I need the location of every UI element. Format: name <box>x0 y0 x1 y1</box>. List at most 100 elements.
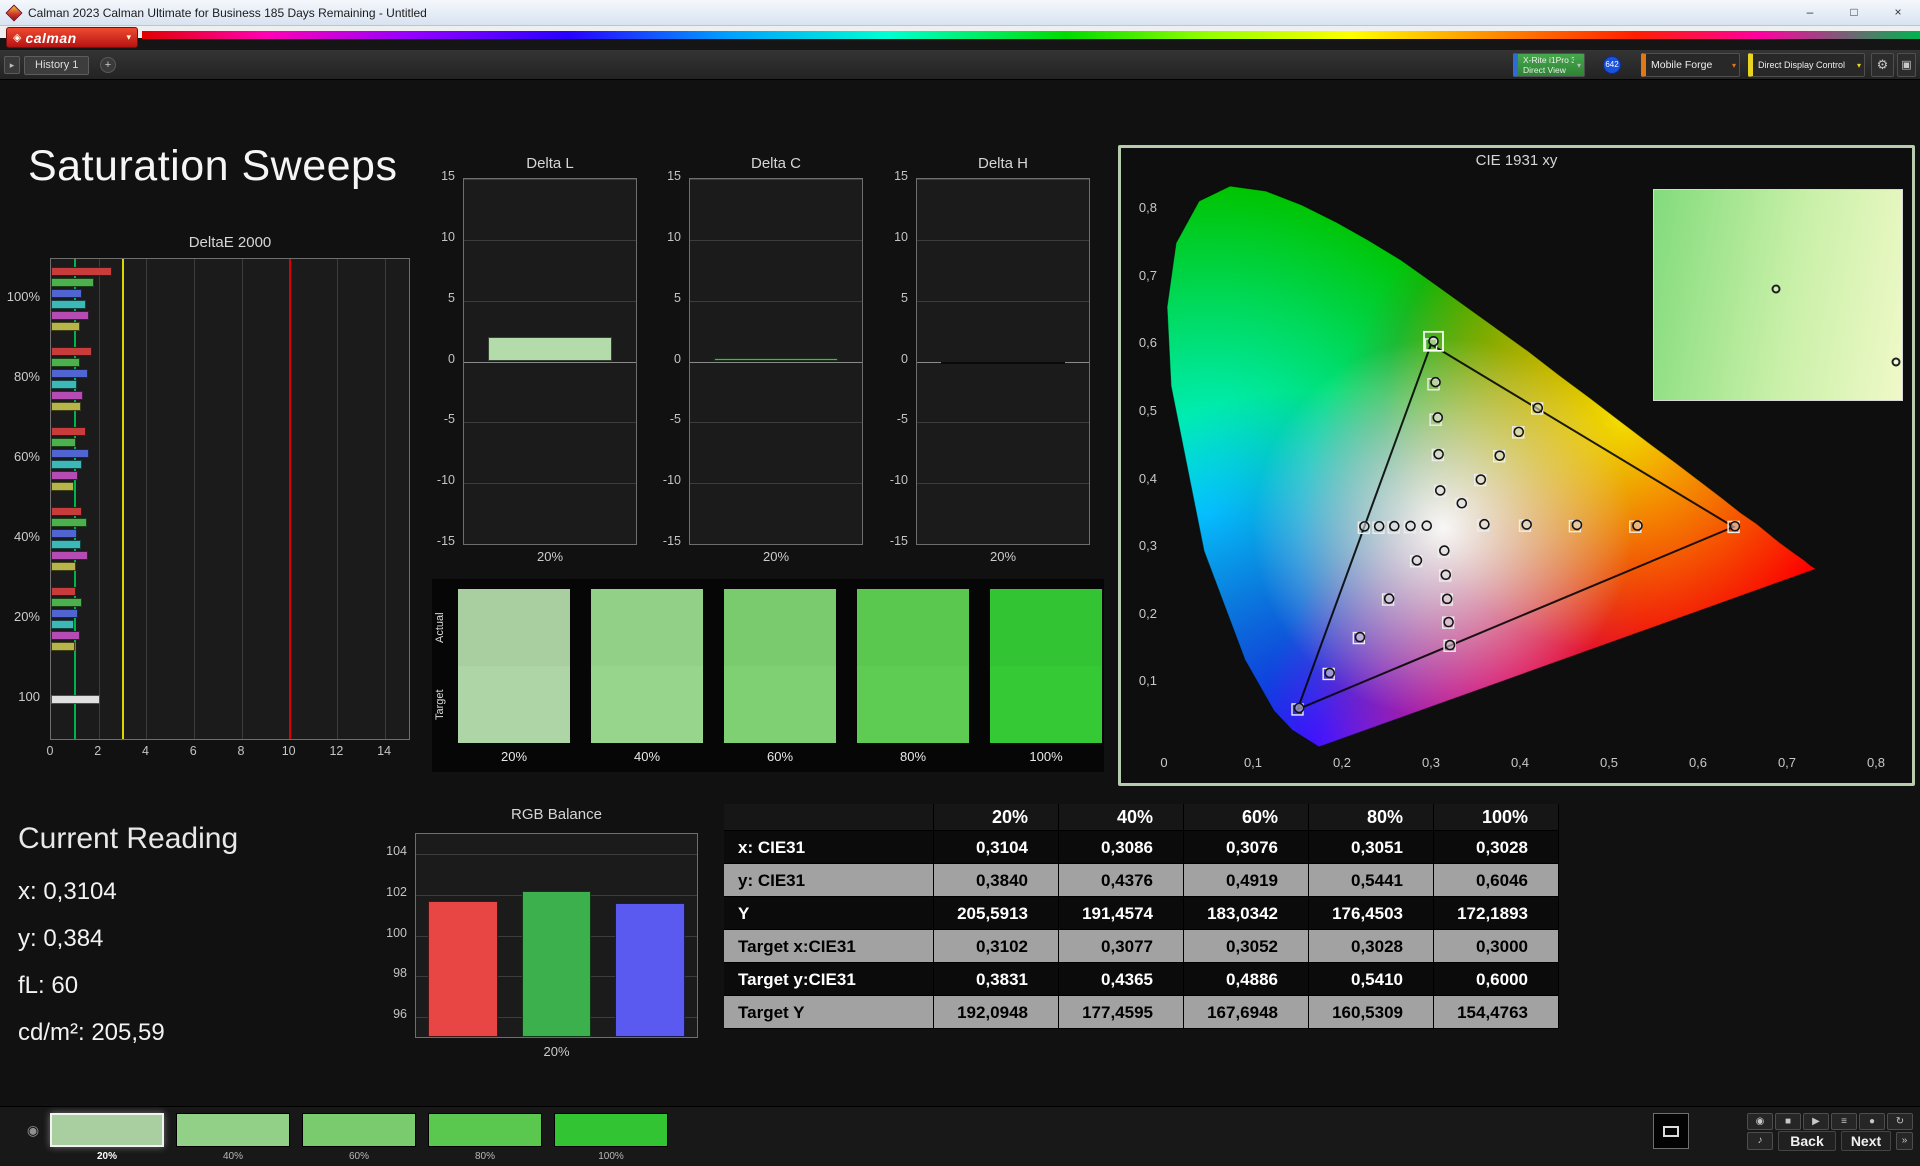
delta-c-ytick-label: 10 <box>667 229 681 244</box>
maximize-button[interactable]: □ <box>1832 0 1876 26</box>
bottom-patch-60%[interactable] <box>302 1113 416 1147</box>
next-more-icon[interactable]: » <box>1896 1132 1913 1150</box>
deltae-xtick-label: 0 <box>46 744 54 758</box>
pattern-window-button[interactable] <box>1653 1113 1689 1149</box>
deltae-bar <box>51 380 78 389</box>
bottom-patch-80%[interactable] <box>428 1113 542 1147</box>
patch-target <box>857 666 969 743</box>
delta-l-chart-title: Delta L <box>526 155 574 172</box>
transport-button-5[interactable]: ↻ <box>1887 1113 1913 1130</box>
table-row-label: y: CIE31 <box>724 864 934 897</box>
delta-h-ytick-label: -5 <box>896 412 908 427</box>
deltae-bar <box>51 587 77 596</box>
gear-icon[interactable]: ⚙ <box>1871 53 1894 77</box>
table-row-label: Y <box>724 897 934 930</box>
delta-c-gridline <box>690 422 862 424</box>
panel-toggle-button[interactable]: ▸ <box>4 56 20 74</box>
table-header-cell: 40% <box>1059 804 1184 831</box>
deltae-bar <box>51 609 79 618</box>
calman-logo-menu[interactable]: ◈ calman ▾ <box>6 27 138 48</box>
deltae-xtick-label: 6 <box>189 744 197 758</box>
transport-button-1[interactable]: ■ <box>1775 1113 1801 1130</box>
meter-selector-x-rite[interactable]: X-Rite i1Pro 3 Direct View ▾ <box>1513 53 1585 77</box>
cie-ytick-label: 0,4 <box>1138 470 1157 486</box>
delta-l-gridline <box>464 179 636 180</box>
delta-h-gridline <box>917 483 1089 485</box>
measured-point-green <box>1430 376 1441 388</box>
reading-x: x: 0,3104 <box>18 878 117 905</box>
deltae-bar <box>51 438 77 447</box>
delta-l-gridline <box>464 422 636 424</box>
source-selector-mobile-forge[interactable]: Mobile Forge ▾ <box>1641 53 1740 77</box>
deltae-xticks: 0 2 4 6 8 10 12 14 <box>47 744 410 762</box>
measured-point-yellow <box>1456 497 1468 509</box>
patch-actual <box>990 589 1102 666</box>
delta-h-gridline <box>917 544 1089 545</box>
next-button[interactable]: Next <box>1841 1131 1891 1151</box>
measured-point-blue <box>1293 702 1305 714</box>
bottom-bar: ◉ ♪ Back Next » 20% 40% 60% 80% 100% ◉ ■ ▶ ≡ ● ↻ <box>0 1106 1920 1166</box>
delta-h-gridline <box>917 422 1089 424</box>
cie-xtick-label: 0 <box>1160 755 1168 770</box>
deltae-bar <box>51 551 88 560</box>
delta-c-xlabel: 20% <box>762 549 790 564</box>
transport-button-3[interactable]: ≡ <box>1831 1113 1857 1130</box>
transport-button-4[interactable]: ● <box>1859 1113 1885 1130</box>
measured-point-magenta <box>1439 545 1450 556</box>
transport-button-2[interactable]: ▶ <box>1803 1113 1829 1130</box>
deltae-bar <box>51 529 78 538</box>
measured-point-red <box>1571 519 1583 531</box>
deltae-bar <box>51 427 86 436</box>
speaker-icon[interactable]: ♪ <box>1747 1132 1773 1150</box>
delta-l-gridline <box>464 300 636 302</box>
patch-label: 100% <box>1029 749 1063 764</box>
bottom-patch-label: 60% <box>348 1151 369 1162</box>
delta-c-gridline <box>690 483 862 485</box>
deltae-xtick-label: 10 <box>281 744 296 758</box>
cie-ytick-label: 0,6 <box>1138 335 1157 351</box>
deltae-group-label: 100 <box>18 689 40 704</box>
measured-point-red <box>1479 518 1490 530</box>
table-cell: 0,3831 <box>934 963 1059 996</box>
bottom-patch-label: 20% <box>96 1151 117 1162</box>
bottom-patch-20%[interactable] <box>50 1113 164 1147</box>
patch-strip: Actual Target 20% 40% 60% 80% 100% <box>432 579 1104 772</box>
eye-icon[interactable]: ◉ <box>22 1119 44 1141</box>
table-cell: 192,0948 <box>934 996 1059 1029</box>
add-tab-button[interactable]: + <box>100 57 116 73</box>
back-button[interactable]: Back <box>1778 1131 1836 1151</box>
bottom-patch-label: 80% <box>474 1151 495 1162</box>
deltae-bar <box>51 620 74 629</box>
bottom-patch-100%[interactable] <box>554 1113 668 1147</box>
tab-history-1[interactable]: History 1 <box>24 56 90 75</box>
cie-chart-panel[interactable]: CIE 1931 xy 0 0,1 0,2 0,3 0,4 0,5 0,6 0,… <box>1118 145 1915 786</box>
delta-h-xlabel: 20% <box>989 549 1017 564</box>
patch-target <box>724 666 836 743</box>
monitor-icon[interactable]: ▣ <box>1897 53 1916 77</box>
source-label: Mobile Forge <box>1651 59 1713 71</box>
calman-logo-text: calman <box>25 29 77 46</box>
measured-point-red <box>1521 519 1532 530</box>
rgb-balance-plot <box>415 833 698 1038</box>
bottom-patch-40%[interactable] <box>176 1113 290 1147</box>
brand-strip-dark <box>0 38 1920 50</box>
minimize-button[interactable]: – <box>1788 0 1832 26</box>
table-cell: 0,3104 <box>934 831 1059 864</box>
deltae-group-label: 100% <box>6 289 40 304</box>
rgb-balance-xlabel: 20% <box>543 1044 570 1059</box>
delta-l-ytick-label: 5 <box>448 290 455 305</box>
rgb-balance-chart-title: RGB Balance <box>511 806 602 823</box>
table-cell: 191,4574 <box>1059 897 1184 930</box>
rgb-balance-bar <box>615 903 685 1037</box>
display-control-selector[interactable]: Direct Display Control ▾ <box>1748 53 1865 77</box>
deltae-reference-line <box>121 259 124 739</box>
deltae-gridline <box>194 259 196 739</box>
close-button[interactable]: × <box>1876 0 1920 26</box>
cie-xtick-label: 0,2 <box>1332 755 1352 770</box>
deltae-xtick-label: 14 <box>377 744 392 758</box>
measured-point-yellow <box>1532 402 1544 414</box>
meter-count-badge: 642 <box>1603 56 1621 74</box>
transport-button-0[interactable]: ◉ <box>1747 1113 1773 1130</box>
meter-line1: X-Rite i1Pro 3 <box>1523 54 1574 65</box>
measured-point-yellow <box>1475 474 1487 485</box>
